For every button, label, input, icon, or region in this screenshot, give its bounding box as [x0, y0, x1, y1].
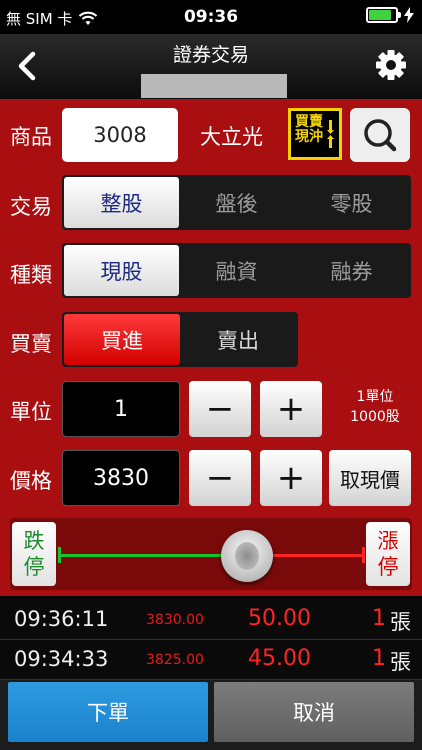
- slider-track-lower: [59, 554, 223, 557]
- status-bar: 無 SIM 卡 09:36: [0, 0, 422, 34]
- product-name: 大立光: [200, 125, 263, 149]
- status-time: 09:36: [183, 7, 239, 27]
- unit-note-line2: 1000股: [350, 408, 400, 425]
- tick-price: 3830.00: [146, 612, 204, 628]
- daytrade-button[interactable]: 買賣 現沖: [288, 108, 342, 160]
- table-row: 09:36:11 3830.00 50.00 1 張: [0, 600, 422, 640]
- price-input[interactable]: 3830: [62, 450, 180, 506]
- tick-price: 3825.00: [146, 652, 204, 668]
- cancel-button[interactable]: 取消: [214, 682, 414, 742]
- price-plus-button[interactable]: +: [260, 450, 322, 506]
- tick-change: 45.00: [248, 646, 311, 671]
- tick-qty: 1: [372, 646, 386, 671]
- unit-label: 單位: [10, 400, 52, 424]
- tick-time: 09:36:11: [14, 607, 109, 631]
- tick-change: 50.00: [248, 606, 311, 631]
- limit-down-line2: 停: [23, 555, 45, 579]
- get-current-price-button[interactable]: 取現價: [329, 450, 411, 506]
- side-buy-option[interactable]: 買進: [64, 314, 180, 365]
- bolt-icon: [404, 7, 414, 23]
- category-option-2[interactable]: 融券: [294, 245, 409, 296]
- slider-thumb[interactable]: [221, 530, 273, 582]
- table-row: 09:34:33 3825.00 45.00 1 張: [0, 640, 422, 680]
- category-option-1[interactable]: 融資: [179, 245, 294, 296]
- unit-input[interactable]: 1: [62, 381, 180, 437]
- trade-ticks-list[interactable]: 09:36:11 3830.00 50.00 1 張 09:34:33 3825…: [0, 598, 422, 680]
- trade-type-option-1[interactable]: 盤後: [179, 177, 294, 228]
- gear-icon: [376, 50, 406, 80]
- search-icon: [364, 119, 397, 152]
- unit-minus-button[interactable]: −: [189, 381, 251, 437]
- tick-unit: 張: [390, 610, 411, 634]
- unit-plus-button[interactable]: +: [260, 381, 322, 437]
- limit-up-line1: 漲: [377, 528, 399, 553]
- battery-icon: [366, 7, 401, 23]
- search-button[interactable]: [350, 108, 410, 162]
- place-order-button[interactable]: 下單: [8, 682, 208, 742]
- trade-type-option-2[interactable]: 零股: [294, 177, 409, 228]
- price-minus-button[interactable]: −: [189, 450, 251, 506]
- category-label: 種類: [10, 263, 52, 287]
- limit-up-button[interactable]: 漲 停: [366, 522, 410, 586]
- slider-max-tick: [362, 547, 365, 563]
- tick-qty: 1: [372, 606, 386, 631]
- unit-note: 1單位 1000股: [338, 388, 412, 427]
- updown-arrow-icon: [327, 120, 334, 148]
- category-option-0[interactable]: 現股: [64, 245, 179, 296]
- category-segment: 現股 融資 融券: [62, 243, 411, 298]
- unit-note-line1: 1單位: [356, 389, 394, 405]
- page-title: 證券交易: [172, 44, 249, 66]
- side-segment: 買進 賣出: [62, 312, 298, 367]
- account-selector[interactable]: [141, 74, 287, 98]
- price-label: 價格: [10, 469, 52, 493]
- tick-unit: 張: [390, 650, 411, 674]
- trade-type-option-0[interactable]: 整股: [64, 177, 179, 228]
- limit-down-line1: 跌: [23, 528, 45, 553]
- battery-level: [369, 10, 392, 20]
- trade-type-segment: 整股 盤後 零股: [62, 175, 411, 230]
- side-label: 買賣: [10, 332, 52, 356]
- limit-down-button[interactable]: 跌 停: [12, 522, 56, 586]
- limit-up-line2: 停: [377, 555, 399, 579]
- tick-time: 09:34:33: [14, 647, 109, 671]
- status-right: [366, 7, 414, 23]
- trade-type-label: 交易: [10, 195, 52, 219]
- nav-bar: 證券交易: [0, 34, 422, 100]
- product-label: 商品: [10, 125, 52, 149]
- settings-button[interactable]: [374, 48, 408, 82]
- side-sell-option[interactable]: 賣出: [180, 314, 296, 365]
- product-code-input[interactable]: 3008: [62, 108, 178, 162]
